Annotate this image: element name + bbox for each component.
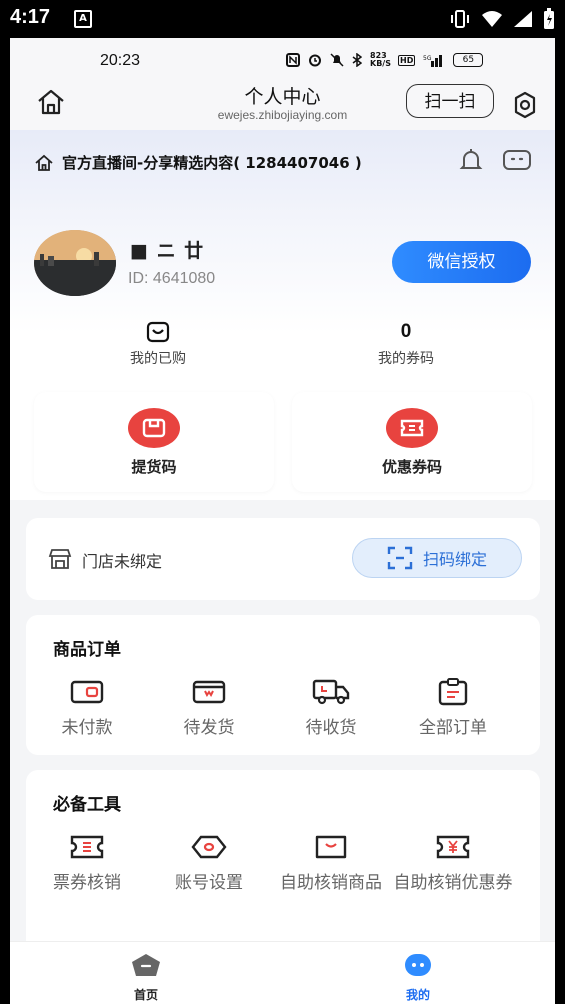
stat-label: 我的券码 bbox=[378, 351, 434, 367]
pickup-code-card[interactable]: 提货码 bbox=[34, 392, 274, 492]
wechat-auth-button[interactable]: 微信授权 bbox=[392, 241, 531, 283]
coupon-yen-icon bbox=[392, 832, 514, 862]
wallet-icon bbox=[26, 677, 148, 707]
mute-icon bbox=[330, 53, 344, 67]
tool-label: 自助核销商品 bbox=[280, 873, 382, 893]
stat-coupons[interactable]: 0 我的券码 bbox=[316, 320, 496, 368]
package-icon bbox=[148, 677, 270, 707]
order-label: 待发货 bbox=[183, 718, 235, 738]
notice-text: 官方直播间-分享精选内容( 1284407046 ) bbox=[62, 154, 362, 172]
store-binding-card: 门店未绑定 扫码绑定 bbox=[26, 518, 540, 600]
coupon-code-card[interactable]: 优惠券码 bbox=[292, 392, 532, 492]
inner-time: 20:23 bbox=[100, 52, 141, 69]
tab-home[interactable]: 首页 bbox=[106, 952, 186, 1003]
purchased-icon bbox=[68, 320, 248, 344]
store-status-text: 门店未绑定 bbox=[82, 552, 163, 571]
ticket-icon bbox=[26, 832, 148, 862]
scan-bind-button[interactable]: 扫码绑定 bbox=[352, 538, 522, 578]
system-status-icons bbox=[449, 8, 555, 30]
scan-bind-label: 扫码绑定 bbox=[422, 550, 487, 569]
battery-icon bbox=[544, 8, 554, 29]
orders-title: 商品订单 bbox=[53, 640, 121, 660]
home-tab-icon bbox=[132, 954, 160, 976]
coupon-code-label: 优惠券码 bbox=[381, 458, 442, 476]
vibrate-icon bbox=[451, 10, 469, 28]
bell-icon[interactable] bbox=[456, 146, 486, 176]
inner-status-bar: 20:23 823 KB/S HD 5G 65 bbox=[10, 38, 555, 86]
tool-self-verify-goods[interactable]: 自助核销商品 bbox=[270, 832, 392, 894]
inner-status-icons: 823 KB/S HD 5G 65 bbox=[286, 51, 484, 68]
bottom-tab-bar: 首页 我的 bbox=[10, 941, 555, 1004]
svg-text:5G: 5G bbox=[423, 55, 432, 62]
order-label: 未付款 bbox=[61, 718, 113, 738]
tools-title: 必备工具 bbox=[53, 795, 121, 815]
scan-button[interactable]: 扫一扫 bbox=[406, 84, 494, 118]
stat-label: 我的已购 bbox=[130, 351, 186, 367]
page-header: 个人中心 ewejes.zhibojiaying.com 扫一扫 bbox=[10, 80, 555, 130]
tab-mine[interactable]: 我的 bbox=[378, 952, 458, 1003]
network-speed: 823 KB/S bbox=[370, 51, 391, 68]
signal-5g-icon: 5G bbox=[423, 55, 443, 67]
hd-icon: HD bbox=[398, 54, 416, 66]
bag-icon bbox=[270, 832, 392, 862]
pickup-code-icon bbox=[128, 408, 180, 448]
order-unpaid[interactable]: 未付款 bbox=[26, 677, 148, 739]
nfc-icon bbox=[286, 53, 300, 67]
tab-home-label: 首页 bbox=[133, 988, 158, 1002]
inner-battery-icon: 65 bbox=[453, 53, 484, 67]
order-all[interactable]: 全部订单 bbox=[392, 677, 514, 739]
clipboard-icon bbox=[392, 677, 514, 707]
notice-home-icon bbox=[35, 154, 53, 171]
tool-label: 票券核销 bbox=[53, 873, 121, 893]
order-to-receive[interactable]: 待收货 bbox=[270, 677, 392, 739]
tool-account-settings[interactable]: 账号设置 bbox=[148, 832, 270, 894]
order-label: 待收货 bbox=[305, 718, 357, 738]
tool-label: 自助核销优惠券 bbox=[393, 873, 513, 893]
user-name: ■ ニ 廿 bbox=[130, 240, 205, 262]
profile-hero: 官方直播间-分享精选内容( 1284407046 ) ■ ニ 廿 ID: 464… bbox=[10, 130, 555, 500]
bluetooth-icon bbox=[352, 53, 362, 67]
truck-icon bbox=[270, 677, 392, 707]
notification-a-icon: A bbox=[74, 10, 92, 28]
user-id: ID: 4641080 bbox=[128, 270, 216, 287]
signal-icon bbox=[514, 11, 532, 27]
store-icon bbox=[48, 549, 72, 569]
tool-ticket-verify[interactable]: 票券核销 bbox=[26, 832, 148, 894]
stat-purchased[interactable]: 我的已购 bbox=[68, 320, 248, 368]
tool-label: 账号设置 bbox=[175, 873, 243, 893]
coupon-code-icon bbox=[386, 408, 438, 448]
avatar[interactable] bbox=[34, 230, 116, 296]
tab-mine-label: 我的 bbox=[405, 988, 430, 1002]
scan-frame-icon bbox=[387, 546, 413, 570]
orders-section: 商品订单 未付款 待发货 待收货 全部订单 bbox=[26, 615, 540, 755]
tool-self-verify-coupon[interactable]: 自助核销优惠券 bbox=[392, 832, 514, 894]
mine-tab-icon bbox=[405, 954, 431, 976]
orders-grid: 未付款 待发货 待收货 全部订单 bbox=[26, 677, 540, 739]
app-screen: 20:23 823 KB/S HD 5G 65 个人中心 ewejes.zhib… bbox=[10, 38, 555, 1004]
message-icon[interactable] bbox=[502, 148, 532, 172]
account-settings-icon bbox=[148, 832, 270, 862]
live-notice[interactable]: 官方直播间-分享精选内容( 1284407046 ) bbox=[34, 152, 362, 173]
pickup-code-label: 提货码 bbox=[131, 458, 177, 476]
wifi-icon bbox=[482, 11, 502, 27]
order-label: 全部订单 bbox=[419, 718, 487, 738]
order-to-ship[interactable]: 待发货 bbox=[148, 677, 270, 739]
tools-grid: 票券核销 账号设置 自助核销商品 自助核销优惠券 bbox=[26, 832, 540, 894]
system-time: 4:17 bbox=[10, 6, 51, 28]
settings-gear-icon[interactable] bbox=[510, 90, 540, 120]
stat-value: 0 bbox=[400, 321, 412, 342]
alarm-icon bbox=[309, 54, 321, 67]
system-status-bar: 4:17 A bbox=[0, 0, 565, 38]
